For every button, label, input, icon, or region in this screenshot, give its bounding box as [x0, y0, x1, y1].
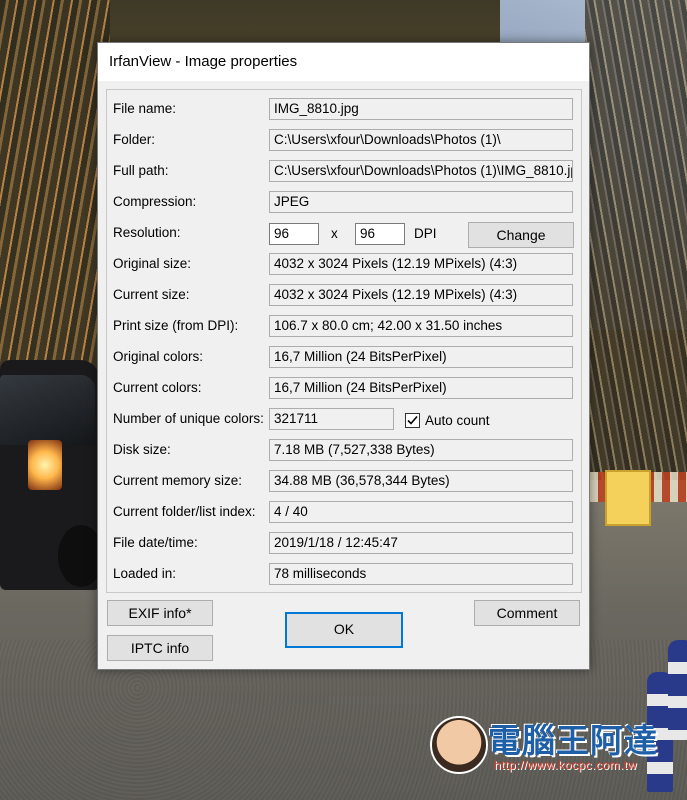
check-icon	[407, 415, 418, 425]
resolution-unit: DPI	[414, 226, 437, 241]
current-size-label: Current size:	[113, 287, 190, 302]
original-colors-label: Original colors:	[113, 349, 204, 364]
folder-index-label: Current folder/list index:	[113, 504, 256, 519]
resolution-x-input[interactable]: 96	[269, 223, 319, 245]
compression-label: Compression:	[113, 194, 197, 209]
print-size-label: Print size (from DPI):	[113, 318, 239, 333]
current-colors-label: Current colors:	[113, 380, 202, 395]
background-road-sign	[605, 470, 651, 526]
original-colors-field[interactable]: 16,7 Million (24 BitsPerPixel)	[269, 346, 573, 368]
full-path-field[interactable]: C:\Users\xfour\Downloads\Photos (1)\IMG_…	[269, 160, 573, 182]
window-title: IrfanView - Image properties	[109, 53, 298, 70]
loaded-in-label: Loaded in:	[113, 566, 177, 581]
original-size-label: Original size:	[113, 256, 192, 271]
file-name-field[interactable]: IMG_8810.jpg	[269, 98, 573, 120]
compression-field[interactable]: JPEG	[269, 191, 573, 213]
background-car-window	[0, 375, 95, 445]
disk-size-label: Disk size:	[113, 442, 171, 457]
exif-info-button[interactable]: EXIF info*	[107, 600, 213, 626]
folder-field[interactable]: C:\Users\xfour\Downloads\Photos (1)\	[269, 129, 573, 151]
resolution-separator: x	[331, 226, 338, 241]
loaded-in-field[interactable]: 78 milliseconds	[269, 563, 573, 585]
unique-colors-field[interactable]: 321711	[269, 408, 394, 430]
ok-button[interactable]: OK	[285, 612, 403, 648]
current-colors-field[interactable]: 16,7 Million (24 BitsPerPixel)	[269, 377, 573, 399]
change-resolution-button[interactable]: Change	[468, 222, 574, 248]
folder-index-field[interactable]: 4 / 40	[269, 501, 573, 523]
auto-count-label[interactable]: Auto count	[425, 413, 490, 428]
memory-size-label: Current memory size:	[113, 473, 243, 488]
current-size-field[interactable]: 4032 x 3024 Pixels (12.19 MPixels) (4:3)	[269, 284, 573, 306]
disk-size-field[interactable]: 7.18 MB (7,527,338 Bytes)	[269, 439, 573, 461]
watermark-url: http://www.kocpc.com.tw	[494, 758, 637, 772]
background-car-light	[28, 440, 62, 490]
watermark: 電腦王阿達 http://www.kocpc.com.tw	[430, 712, 680, 782]
file-name-label: File name:	[113, 101, 177, 116]
iptc-info-button[interactable]: IPTC info	[107, 635, 213, 661]
auto-count-checkbox[interactable]	[405, 413, 420, 428]
file-datetime-label: File date/time:	[113, 535, 198, 550]
unique-colors-label: Number of unique colors:	[113, 411, 264, 426]
full-path-label: Full path:	[113, 163, 169, 178]
resolution-y-input[interactable]: 96	[355, 223, 405, 245]
background-trees-right	[585, 0, 687, 500]
watermark-mascot-icon	[430, 716, 488, 774]
memory-size-field[interactable]: 34.88 MB (36,578,344 Bytes)	[269, 470, 573, 492]
resolution-label: Resolution:	[113, 225, 181, 240]
title-bar[interactable]: IrfanView - Image properties	[98, 43, 589, 81]
folder-label: Folder:	[113, 132, 156, 147]
original-size-field[interactable]: 4032 x 3024 Pixels (12.19 MPixels) (4:3)	[269, 253, 573, 275]
print-size-field[interactable]: 106.7 x 80.0 cm; 42.00 x 31.50 inches	[269, 315, 573, 337]
image-properties-dialog: IrfanView - Image properties File name: …	[97, 42, 590, 670]
comment-button[interactable]: Comment	[474, 600, 580, 626]
file-datetime-field[interactable]: 2019/1/18 / 12:45:47	[269, 532, 573, 554]
watermark-title: 電腦王阿達	[488, 722, 658, 759]
